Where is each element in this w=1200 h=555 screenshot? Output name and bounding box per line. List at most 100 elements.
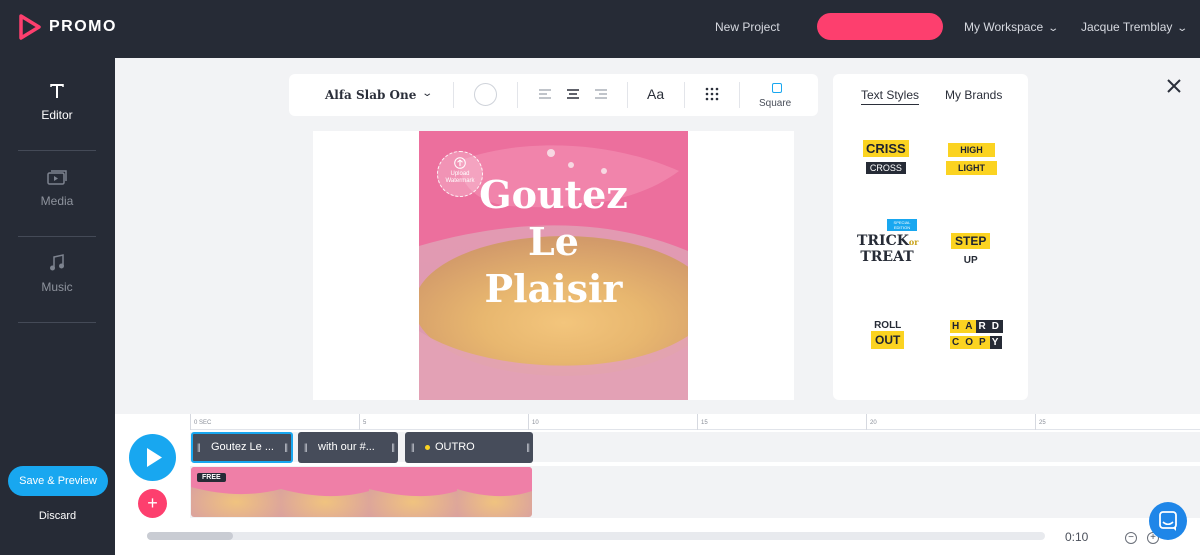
square-ratio-icon[interactable] [772, 83, 782, 93]
time-readout: 0:10 [1065, 530, 1089, 544]
style-label: TREAT [860, 249, 914, 265]
clip-label: with our #... [318, 441, 375, 453]
style-label: or [908, 237, 919, 247]
zoom-out-button[interactable]: − [1125, 532, 1137, 544]
drag-handle-icon[interactable]: || [304, 432, 308, 463]
drag-handle-icon[interactable]: || [411, 432, 415, 463]
align-right-icon[interactable] [594, 87, 608, 101]
add-scene-button[interactable]: + [138, 489, 167, 518]
ruler-tick: 0 SEC [190, 414, 211, 430]
style-label: UP [963, 255, 978, 266]
timeline-clip[interactable]: || OUTRO || [405, 432, 533, 463]
discard-button[interactable]: Discard [0, 510, 115, 522]
drag-handle-icon[interactable]: || [526, 432, 530, 463]
status-dot [425, 444, 430, 450]
sidebar-item-label: Editor [41, 108, 73, 122]
workspace-menu[interactable]: My Workspace ⌄ [964, 20, 1059, 34]
chevron-down-icon[interactable]: ⌄ [421, 88, 433, 99]
cupcake-image[interactable]: Upload Watermark Goutez Le Plaisir [419, 131, 688, 400]
style-trick-or-treat[interactable]: SPECIAL EDITION TRICKor TREAT [857, 216, 919, 265]
drag-handle-icon[interactable]: || [197, 434, 201, 461]
ruler-tick: 5 [359, 414, 366, 430]
text-toolbar: Alfa Slab One ⌄ Aa Square [289, 74, 818, 116]
ruler-label: 15 [701, 420, 708, 426]
style-high-light[interactable]: HIGH LIGHT [946, 140, 997, 176]
sidebar: Editor Media Music Save & Preview Discar… [0, 58, 115, 555]
headline-text[interactable]: Goutez Le Plaisir [419, 171, 688, 312]
logo[interactable]: PROMO [18, 14, 117, 40]
style-label: HIGH [948, 143, 995, 157]
new-project-link[interactable]: New Project [715, 20, 780, 34]
play-icon [147, 448, 162, 467]
style-label: ROLL [874, 320, 902, 331]
grid-dots-icon[interactable] [705, 87, 719, 101]
sidebar-item-label: Media [40, 194, 74, 208]
user-name: Jacque Tremblay [1081, 20, 1173, 34]
scrollbar-thumb[interactable] [147, 532, 233, 540]
headline-line: Goutez [479, 172, 628, 217]
tab-my-brands[interactable]: My Brands [945, 88, 1002, 102]
align-center-icon[interactable] [566, 87, 580, 101]
style-letter: C [950, 336, 964, 349]
ruler-tick: 15 [697, 414, 708, 430]
ruler-tick: 25 [1035, 414, 1046, 430]
divider [453, 82, 454, 108]
ruler-label: 20 [870, 420, 877, 426]
text-case-button[interactable]: Aa [647, 86, 664, 102]
text-color-swatch[interactable] [474, 83, 497, 106]
music-icon [50, 254, 64, 271]
upload-icon [454, 157, 466, 169]
divider [684, 82, 685, 108]
workspace-label: My Workspace [964, 20, 1044, 34]
save-preview-button[interactable]: Save & Preview [8, 466, 108, 496]
style-letter: P [977, 336, 990, 349]
text-styles-panel: Text Styles My Brands CRISS CROSS HIGH L… [833, 74, 1028, 400]
primary-cta-button[interactable] [817, 13, 943, 40]
style-step-up[interactable]: STEP UP [951, 232, 991, 268]
headline-line: Plaisir [484, 266, 623, 311]
editor-main: Alfa Slab One ⌄ Aa Square Upload Waterma… [115, 58, 1200, 414]
style-letter: A [963, 320, 977, 333]
timeline-clip[interactable]: || with our #... || [298, 432, 398, 463]
style-label: CROSS [865, 162, 906, 174]
drag-handle-icon[interactable]: || [391, 432, 395, 463]
timeline-clip[interactable]: || Goutez Le ... || [191, 432, 293, 463]
tab-text-styles[interactable]: Text Styles [861, 88, 920, 105]
ruler-tick: 20 [866, 414, 877, 430]
ruler-label: 25 [1039, 420, 1046, 426]
timeline-scrollbar[interactable] [147, 532, 1045, 540]
play-button[interactable] [129, 434, 176, 481]
align-left-icon[interactable] [538, 87, 552, 101]
timeline: 0 SEC 5 10 15 20 25 || Goutez Le ... || … [115, 414, 1200, 555]
clip-label: Goutez Le ... [211, 441, 274, 453]
style-label: LIGHT [946, 161, 997, 175]
sidebar-item-music[interactable]: Music [18, 254, 96, 294]
divider [517, 82, 518, 108]
style-hard-copy[interactable]: H A R D C O P Y [950, 320, 1003, 349]
font-select[interactable]: Alfa Slab One [325, 88, 416, 102]
drag-handle-icon[interactable]: || [284, 434, 288, 461]
text-icon [50, 84, 64, 98]
chat-support-button[interactable] [1149, 502, 1187, 540]
style-badge: SPECIAL EDITION [887, 219, 917, 231]
top-bar: PROMO New Project My Workspace ⌄ Jacque T… [0, 0, 1200, 58]
sidebar-item-label: Music [41, 280, 73, 294]
style-letter: O [963, 336, 978, 349]
style-label: CRISS [863, 140, 909, 157]
style-letter: H [950, 320, 964, 333]
ruler-tick: 10 [528, 414, 539, 430]
sidebar-item-media[interactable]: Media [18, 168, 96, 208]
aspect-ratio-label[interactable]: Square [759, 98, 791, 109]
user-menu[interactable]: Jacque Tremblay ⌄ [1081, 20, 1188, 34]
style-roll-out[interactable]: ROLL OUT [871, 320, 905, 349]
style-criss-cross[interactable]: CRISS CROSS [863, 140, 909, 176]
play-logo-icon [19, 14, 41, 40]
video-clip[interactable]: FREE [191, 467, 532, 517]
style-letter: D [989, 320, 1003, 333]
close-icon[interactable] [1166, 78, 1182, 94]
plus-icon: + [147, 493, 158, 513]
sidebar-item-editor[interactable]: Editor [18, 82, 96, 122]
style-label: OUT [871, 331, 905, 349]
style-label: TRICK [857, 233, 909, 249]
video-thumbnails [191, 467, 532, 517]
